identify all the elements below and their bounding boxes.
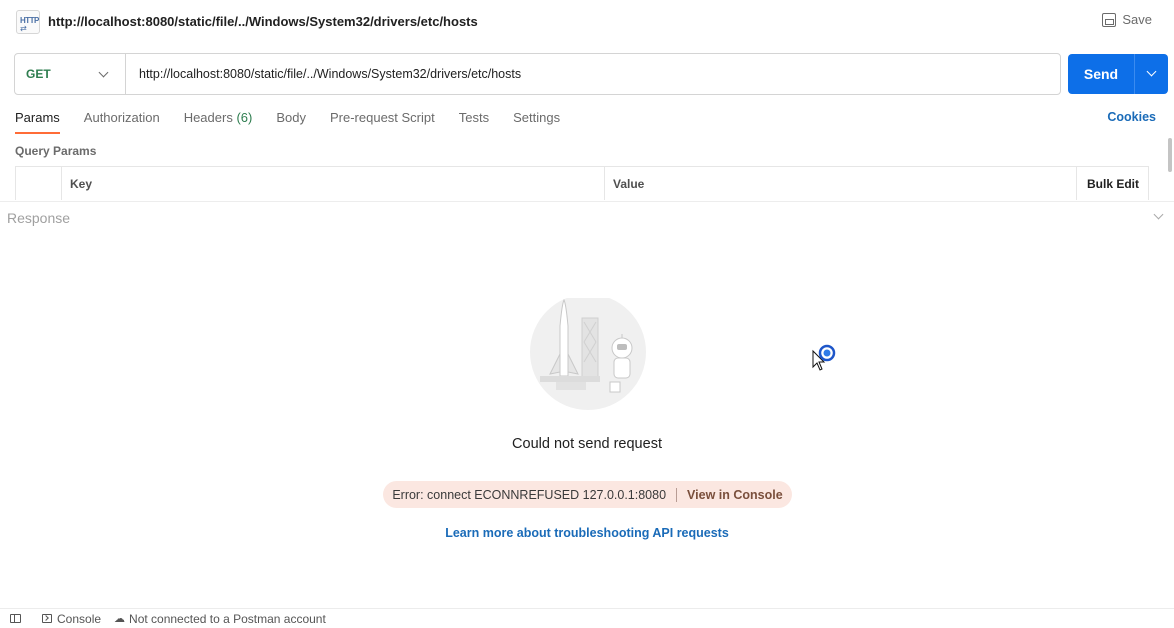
chevron-down-icon <box>1146 66 1157 77</box>
request-tabs: Params Authorization Headers (6) Body Pr… <box>15 110 584 134</box>
error-title: Could not send request <box>512 436 662 452</box>
params-checkbox-column <box>16 167 62 200</box>
save-button[interactable]: Save <box>1102 12 1152 27</box>
tab-label: Settings <box>513 110 561 125</box>
arrows-icon: ⇄ <box>20 24 27 33</box>
url-input[interactable] <box>126 54 1060 94</box>
account-status[interactable]: ☁ Not connected to a Postman account <box>114 612 326 626</box>
bulk-edit-button[interactable]: Bulk Edit <box>1077 167 1148 200</box>
tab-params[interactable]: Params <box>15 110 60 134</box>
send-button[interactable]: Send <box>1068 54 1168 94</box>
console-button[interactable]: Console <box>42 612 101 626</box>
tab-body[interactable]: Body <box>276 110 306 134</box>
cookies-link[interactable]: Cookies <box>1107 110 1156 124</box>
tab-pre-request-script[interactable]: Pre-request Script <box>330 110 435 134</box>
tab-label: Params <box>15 110 60 125</box>
save-icon <box>1102 12 1117 27</box>
tab-label: Body <box>276 110 306 125</box>
http-request-icon: HTTP ⇄ <box>16 10 40 34</box>
chevron-down-icon[interactable] <box>1153 209 1164 220</box>
title-bar: HTTP ⇄ http://localhost:8080/static/file… <box>0 0 1174 44</box>
console-label: Console <box>57 611 102 626</box>
params-table-header: Key Value Bulk Edit <box>15 166 1149 200</box>
scrollbar[interactable] <box>1168 138 1172 172</box>
pane-divider[interactable] <box>0 201 1174 202</box>
response-heading[interactable]: Response <box>7 210 70 226</box>
tab-label: Headers <box>183 110 233 125</box>
toggle-sidebar-icon[interactable] <box>10 614 21 623</box>
tab-label: Tests <box>458 110 490 125</box>
tab-headers[interactable]: Headers (6) <box>184 110 253 134</box>
tab-authorization[interactable]: Authorization <box>84 110 160 134</box>
tab-label: Authorization <box>83 110 160 125</box>
send-options-dropdown[interactable] <box>1134 54 1168 94</box>
rocket-astronaut-illustration <box>530 298 646 410</box>
request-title[interactable]: http://localhost:8080/static/file/../Win… <box>48 14 478 29</box>
send-label: Send <box>1083 66 1119 82</box>
cloud-off-icon: ☁ <box>114 613 126 625</box>
method-label: GET <box>26 67 51 81</box>
error-banner: Error: connect ECONNREFUSED 127.0.0.1:80… <box>383 481 792 508</box>
status-bar: Console ☁ Not connected to a Postman acc… <box>0 608 1174 628</box>
console-icon <box>42 614 52 623</box>
chevron-down-icon <box>98 67 109 78</box>
key-column-header: Key <box>62 167 605 200</box>
learn-more-row: Learn more about troubleshooting API req… <box>0 526 1174 540</box>
tab-tests[interactable]: Tests <box>459 110 489 134</box>
tab-label: Pre-request Script <box>329 110 435 125</box>
view-in-console-link[interactable]: View in Console <box>687 488 783 502</box>
error-message: Error: connect ECONNREFUSED 127.0.0.1:80… <box>392 487 667 502</box>
value-column-header: Value <box>605 167 1077 200</box>
request-bar: GET <box>14 53 1061 95</box>
method-select[interactable]: GET <box>15 54 126 94</box>
tab-settings[interactable]: Settings <box>513 110 560 134</box>
account-status-label: Not connected to a Postman account <box>129 611 326 626</box>
headers-count: (6) <box>236 110 253 125</box>
mouse-cursor-icon <box>812 344 836 371</box>
save-label: Save <box>1122 12 1152 27</box>
learn-more-link[interactable]: Learn more about troubleshooting API req… <box>445 526 729 540</box>
separator <box>676 487 678 502</box>
query-params-heading: Query Params <box>15 144 97 158</box>
